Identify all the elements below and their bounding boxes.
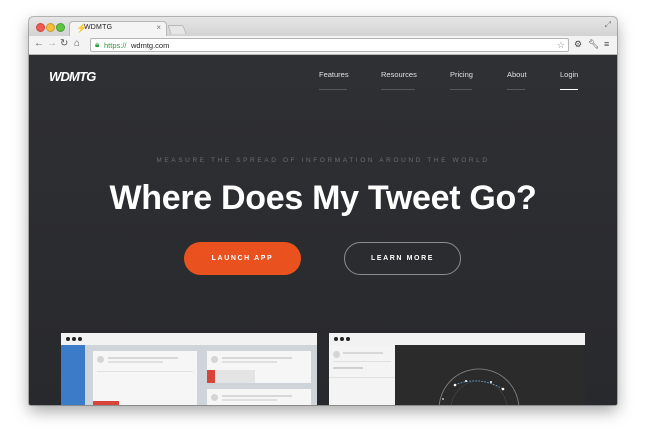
wrench-icon[interactable]: 🔧︎ [588, 38, 599, 50]
preview-dot [78, 337, 82, 341]
hero-headline: Where Does My Tweet Go? [109, 179, 537, 217]
nav-active-underline [560, 89, 578, 90]
tab-title: WDMTG [84, 24, 113, 31]
back-icon[interactable]: ← [34, 38, 44, 50]
hero-kicker: MEASURE THE SPREAD OF INFORMATION AROUND… [156, 157, 490, 164]
nav-underline [381, 89, 415, 90]
preview-dot [66, 337, 70, 341]
new-tab-button[interactable] [167, 25, 187, 34]
preview-dot [334, 337, 338, 341]
site-logo[interactable]: WDMTG [49, 69, 96, 84]
nav-login[interactable]: Login [560, 70, 578, 79]
preview-window-bar [329, 333, 585, 345]
browser-toolbar: ← → ↻ ⌂ 🔒︎ https:// wdmtg.com ☆ ⚙ 🔧︎ ≡ [29, 36, 617, 55]
browser-window: ⚡ WDMTG × ⤢ ← → ↻ ⌂ 🔒︎ https:// wdmtg.co… [29, 17, 617, 405]
tab-bar: ⚡ WDMTG × ⤢ [29, 17, 617, 37]
reload-icon[interactable]: ↻ [60, 38, 68, 50]
browser-tab[interactable]: ⚡ WDMTG × [69, 21, 167, 37]
preview-sidebar [61, 345, 85, 405]
fullscreen-icon[interactable]: ⤢ [605, 20, 611, 30]
address-bar[interactable]: 🔒︎ https:// wdmtg.com ☆ [90, 38, 569, 52]
launch-app-button[interactable]: LAUNCH APP [184, 242, 301, 275]
preview-dot [346, 337, 350, 341]
preview-dot [340, 337, 344, 341]
learn-more-button[interactable]: LEARN MORE [344, 242, 461, 275]
close-window-button[interactable] [36, 23, 45, 32]
nav-underline [450, 89, 472, 90]
preview-network-graph [438, 368, 520, 405]
nav-underline [319, 89, 347, 90]
nav-pricing[interactable]: Pricing [450, 70, 473, 79]
preview-dot [72, 337, 76, 341]
app-preview-left [61, 333, 317, 405]
preview-list-panel [329, 345, 395, 405]
tab-close-icon[interactable]: × [156, 23, 161, 32]
url-host: wdmtg.com [131, 41, 170, 50]
home-icon[interactable]: ⌂ [74, 38, 80, 50]
nav-features[interactable]: Features [319, 70, 349, 79]
minimize-window-button[interactable] [46, 23, 55, 32]
url-scheme: https:// [104, 41, 127, 50]
preview-card [207, 351, 311, 383]
preview-card [93, 351, 197, 405]
nav-underline [507, 89, 525, 90]
lock-icon: 🔒︎ [95, 40, 100, 49]
page-viewport: WDMTG Features Resources Pricing About L… [29, 55, 617, 405]
preview-card [207, 389, 311, 405]
forward-icon[interactable]: → [47, 38, 57, 50]
nav-resources[interactable]: Resources [381, 70, 417, 79]
zoom-window-button[interactable] [56, 23, 65, 32]
menu-icon[interactable]: ≡ [604, 38, 609, 50]
gear-icon[interactable]: ⚙ [574, 38, 582, 50]
preview-window-bar [61, 333, 317, 345]
nav-about[interactable]: About [507, 70, 527, 79]
bookmark-star-icon[interactable]: ☆ [557, 39, 565, 51]
app-preview-right [329, 333, 585, 405]
